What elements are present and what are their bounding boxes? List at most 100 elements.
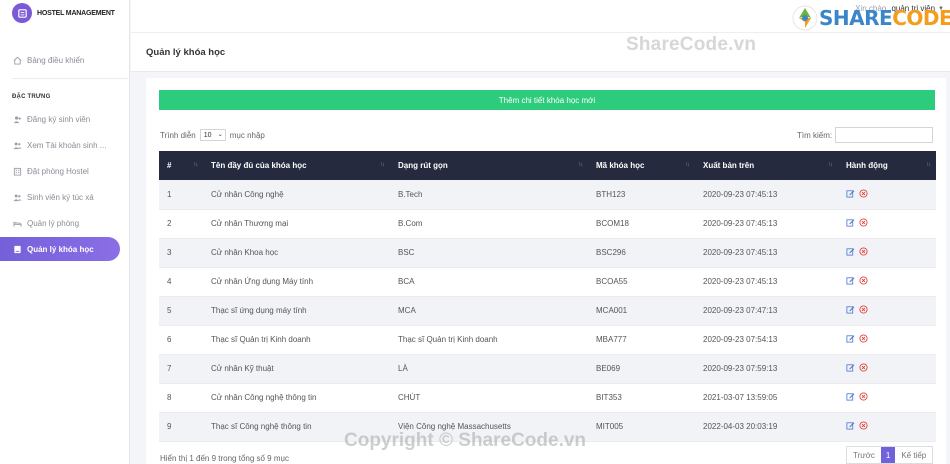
delete-icon[interactable] [859, 189, 868, 200]
user-add-icon [12, 114, 22, 124]
sort-icon: ↑↓ [380, 162, 385, 168]
bed-icon [12, 218, 22, 228]
delete-icon[interactable] [859, 421, 868, 432]
table-row: 3 Cử nhân Khoa học BSC BSC296 2020-09-23 07:… [159, 238, 936, 268]
table-search: Tìm kiếm: [797, 127, 934, 143]
sharecode-logo-icon [792, 5, 818, 31]
sidebar-item-label: Xem Tài khoản sinh ... [27, 140, 107, 150]
sort-icon: ↑↓ [685, 162, 690, 168]
sidebar-item-hostel-booking[interactable]: Đặt phòng Hostel [0, 159, 130, 183]
hostel-logo-icon [12, 3, 32, 23]
column-header-actions[interactable]: Hành động ↑↓ [838, 151, 936, 180]
cell-posted-on: 2020-09-23 07:45:13 [695, 209, 838, 239]
length-suffix: mục nhập [229, 130, 265, 140]
sidebar-item-label: Quản lý phòng [27, 218, 80, 228]
brand[interactable]: HOSTEL MANAGEMENT [0, 0, 129, 26]
cell-course-code: MIT005 [588, 412, 695, 442]
cell-course-code: BE069 [588, 354, 695, 384]
users-icon [12, 192, 22, 202]
cell-course-code: BIT353 [588, 383, 695, 413]
column-header-posted-on[interactable]: Xuất bản trên ↑↓ [695, 151, 838, 180]
delete-icon[interactable] [859, 363, 868, 374]
entries-length-select[interactable]: 10 ⌄ [199, 129, 226, 141]
cell-number: 7 [159, 354, 203, 384]
page-title: Quản lý khóa học [146, 47, 226, 58]
cell-actions [838, 412, 936, 442]
sidebar: HOSTEL MANAGEMENT Bảng điều khiển ĐẶC TR… [0, 0, 130, 464]
column-header-course-code[interactable]: Mã khóa học ↑↓ [588, 151, 695, 180]
cell-course-code: BCOM18 [588, 209, 695, 239]
cell-short-name: Thạc sĩ Quản trị Kinh doanh [390, 325, 588, 355]
edit-icon[interactable] [846, 334, 855, 345]
sidebar-item-hostel-students[interactable]: Sinh viên ký túc xá [0, 185, 130, 209]
cell-course-code: BTH123 [588, 180, 695, 210]
cell-actions [838, 209, 936, 239]
edit-icon[interactable] [846, 363, 855, 374]
cell-number: 5 [159, 296, 203, 326]
cell-actions [838, 238, 936, 268]
table-row: 2 Cử nhân Thương mại B.Com BCOM18 2020-09-23… [159, 209, 936, 239]
edit-icon[interactable] [846, 189, 855, 200]
cell-full-name: Cử nhân Thương mại [203, 209, 390, 239]
sidebar-item-dashboard[interactable]: Bảng điều khiển [0, 48, 130, 72]
cell-number: 4 [159, 267, 203, 297]
sidebar-item-label: Sinh viên ký túc xá [27, 192, 94, 202]
delete-icon[interactable] [859, 305, 868, 316]
cell-actions [838, 383, 936, 413]
cell-number: 1 [159, 180, 203, 210]
edit-icon[interactable] [846, 218, 855, 229]
watermark: ShareCode.vn [626, 34, 757, 55]
sharecode-brandmark: SHARECODE.vn [791, 4, 950, 32]
edit-icon[interactable] [846, 247, 855, 258]
sidebar-item-course-management[interactable]: Quản lý khóa học [0, 237, 120, 261]
cell-short-name: BSC [390, 238, 588, 268]
sidebar-item-room-management[interactable]: Quản lý phòng [0, 211, 130, 235]
table-body: 1 Cử nhân Công nghệ B.Tech BTH123 2020-09-23… [159, 180, 936, 442]
cell-short-name: MCA [390, 296, 588, 326]
sidebar-section-label: ĐẶC TRƯNG [12, 94, 51, 100]
watermark: Copyright © ShareCode.vn [344, 430, 587, 451]
edit-icon[interactable] [846, 276, 855, 287]
cell-number: 6 [159, 325, 203, 355]
delete-icon[interactable] [859, 218, 868, 229]
prev-page-button[interactable]: Trước [847, 447, 881, 463]
delete-icon[interactable] [859, 334, 868, 345]
sidebar-item-label: Bảng điều khiển [27, 55, 85, 65]
delete-icon[interactable] [859, 392, 868, 403]
courses-table: # ↑↓ Tên đầy đủ của khóa học ↑↓ Dạng rút g… [159, 151, 936, 442]
column-header-full-name[interactable]: Tên đầy đủ của khóa học ↑↓ [203, 151, 390, 180]
table-info: Hiển thị 1 đến 9 trong tổng số 9 mục [160, 454, 289, 463]
cell-posted-on: 2020-09-23 07:47:13 [695, 296, 838, 326]
cell-posted-on: 2020-09-23 07:54:13 [695, 325, 838, 355]
column-header-number[interactable]: # ↑↓ [159, 151, 203, 180]
cell-full-name: Thạc sĩ ứng dụng máy tính [203, 296, 390, 326]
cell-course-code: BSC296 [588, 238, 695, 268]
edit-icon[interactable] [846, 421, 855, 432]
pagination: Trước 1 Kế tiếp [846, 446, 934, 464]
sidebar-divider [12, 78, 128, 79]
cell-full-name: Cử nhân Công nghệ thông tin [203, 383, 390, 413]
next-page-button[interactable]: Kế tiếp [895, 447, 932, 463]
delete-icon[interactable] [859, 276, 868, 287]
edit-icon[interactable] [846, 392, 855, 403]
cell-number: 9 [159, 412, 203, 442]
sidebar-item-student-accounts[interactable]: Xem Tài khoản sinh ... [0, 133, 130, 157]
cell-short-name: CHÚT [390, 383, 588, 413]
add-course-button[interactable]: Thêm chi tiết khóa học mới [159, 90, 935, 110]
sidebar-item-label: Quản lý khóa học [27, 244, 94, 254]
delete-icon[interactable] [859, 247, 868, 258]
table-row: 1 Cử nhân Công nghệ B.Tech BTH123 2020-09-23… [159, 180, 936, 210]
cell-posted-on: 2020-09-23 07:45:13 [695, 267, 838, 297]
sidebar-item-student-registration[interactable]: Đăng ký sinh viên [0, 107, 130, 131]
users-icon [12, 140, 22, 150]
page-button-current[interactable]: 1 [880, 447, 896, 463]
sidebar-item-label: Đăng ký sinh viên [27, 114, 91, 124]
cell-course-code: MBA777 [588, 325, 695, 355]
building-icon [12, 166, 22, 176]
page-header: Quản lý khóa học [131, 32, 950, 72]
table-row: 8 Cử nhân Công nghệ thông tin CHÚT BIT353 20… [159, 383, 936, 413]
column-header-short-name[interactable]: Dạng rút gọn ↑↓ [390, 151, 588, 180]
search-label: Tìm kiếm: [797, 130, 833, 140]
search-input[interactable] [835, 127, 934, 143]
edit-icon[interactable] [846, 305, 855, 316]
